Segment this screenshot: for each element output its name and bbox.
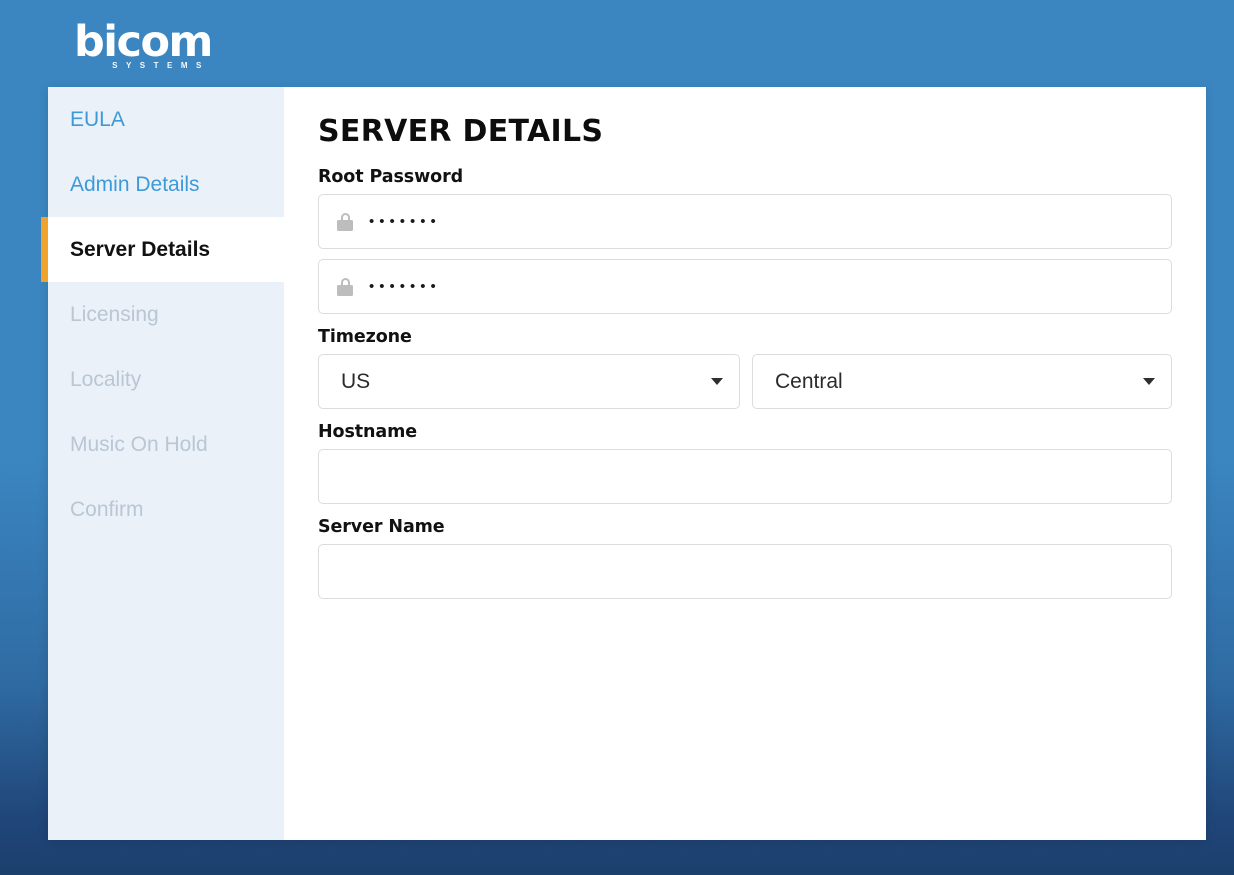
root-password-confirm-value: ••••••• — [369, 278, 441, 295]
active-accent-bar — [41, 217, 48, 282]
sidebar-item-label: Server Details — [70, 237, 211, 261]
sidebar-item-label: EULA — [70, 107, 125, 131]
wizard-card: EULA Admin Details Server Details Licens… — [41, 87, 1206, 840]
lock-icon — [337, 277, 353, 296]
chevron-down-icon — [711, 378, 723, 385]
timezone-zone-select[interactable]: Central — [752, 354, 1172, 409]
sidebar-item-admin-details[interactable]: Admin Details — [48, 152, 284, 217]
wizard-sidebar: EULA Admin Details Server Details Licens… — [41, 87, 284, 840]
logo-wordmark: bicom — [74, 17, 213, 67]
sidebar-item-label: Confirm — [70, 497, 144, 521]
sidebar-item-eula[interactable]: EULA — [48, 87, 284, 152]
sidebar-item-label: Admin Details — [70, 172, 200, 196]
server-name-input[interactable] — [318, 544, 1172, 599]
sidebar-item-licensing: Licensing — [48, 282, 284, 347]
timezone-region-select[interactable]: US — [318, 354, 740, 409]
timezone-row: US Central — [318, 354, 1172, 409]
timezone-zone-value: Central — [775, 369, 843, 393]
root-password-confirm-input[interactable]: ••••••• — [318, 259, 1172, 314]
sidebar-item-label: Locality — [70, 367, 142, 391]
hostname-input[interactable] — [318, 449, 1172, 504]
app-header: bicom SYSTEMS — [0, 0, 1234, 87]
bicom-logo: bicom SYSTEMS — [74, 17, 213, 70]
page-title: SERVER DETAILS — [318, 114, 604, 149]
lock-icon — [337, 212, 353, 231]
server-name-label: Server Name — [318, 517, 445, 537]
chevron-down-icon — [1143, 378, 1155, 385]
root-password-input[interactable]: ••••••• — [318, 194, 1172, 249]
timezone-region-value: US — [341, 369, 371, 393]
sidebar-item-confirm: Confirm — [48, 477, 284, 542]
logo-tagline: SYSTEMS — [112, 61, 210, 70]
hostname-label: Hostname — [318, 422, 418, 442]
sidebar-item-server-details[interactable]: Server Details — [41, 217, 284, 282]
sidebar-item-label: Music On Hold — [70, 432, 208, 456]
root-password-label: Root Password — [318, 167, 464, 187]
timezone-label: Timezone — [318, 327, 412, 347]
sidebar-item-label: Licensing — [70, 302, 159, 326]
sidebar-item-music-on-hold: Music On Hold — [48, 412, 284, 477]
sidebar-item-locality: Locality — [48, 347, 284, 412]
wizard-content: SERVER DETAILS Root Password ••••••• •••… — [284, 87, 1206, 840]
root-password-value: ••••••• — [369, 213, 441, 230]
